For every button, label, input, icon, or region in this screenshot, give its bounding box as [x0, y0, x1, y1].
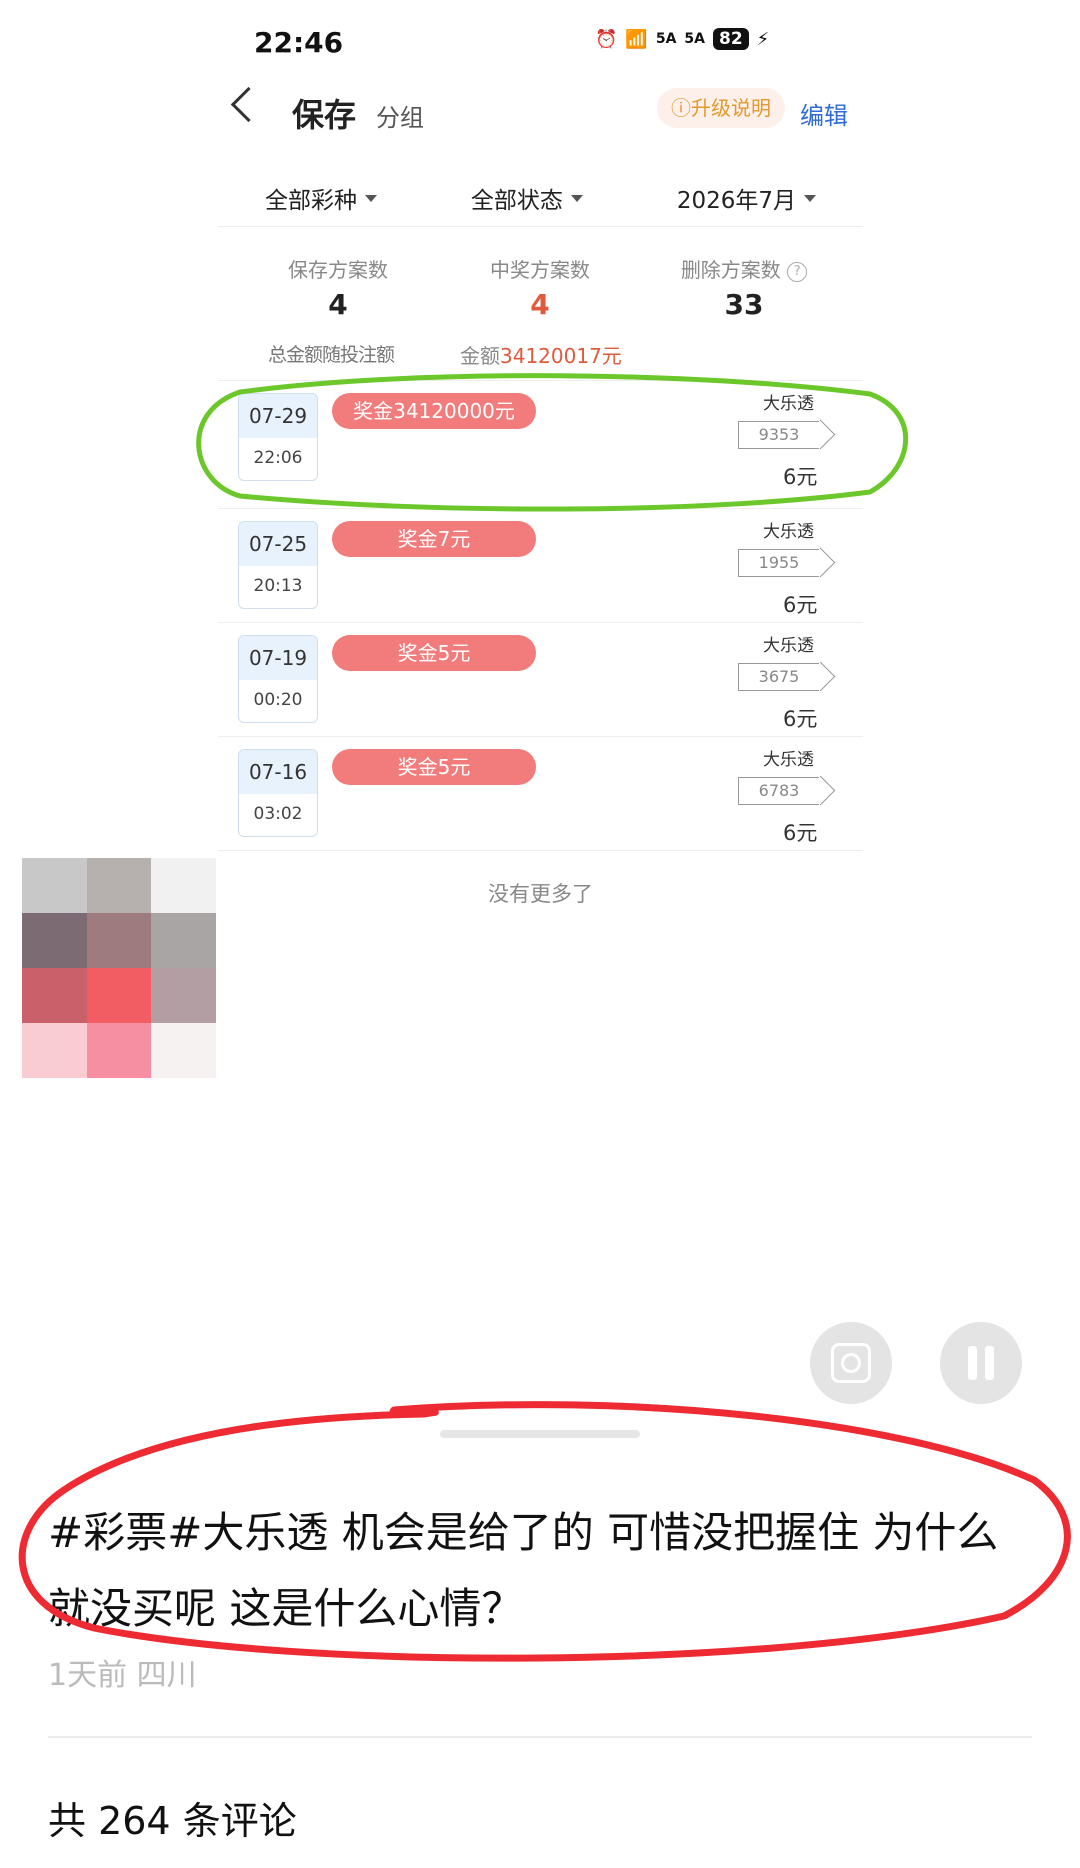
- avatar-tile: [151, 968, 216, 1023]
- avatar[interactable]: [22, 858, 216, 1078]
- avatar-tile: [22, 913, 87, 968]
- charging-icon: ⚡: [756, 28, 770, 50]
- list-item[interactable]: 07-25 20:13 奖金7元 大乐透 1955 6元: [218, 508, 863, 622]
- date-box: 07-25 20:13: [238, 521, 318, 609]
- date-box: 07-19 00:20: [238, 635, 318, 723]
- battery-icon: 82: [713, 28, 749, 50]
- record-price: 6元: [783, 593, 818, 617]
- deleted-label-text: 删除方案数: [680, 258, 781, 282]
- amount-label: 金额: [460, 344, 500, 368]
- back-icon[interactable]: [230, 86, 267, 123]
- signal-icon: 5A: [655, 31, 677, 47]
- total-note: 总金额随投注额: [268, 344, 395, 366]
- list-item[interactable]: 07-19 00:20 奖金5元 大乐透 3675 6元: [218, 622, 863, 736]
- record-time: 03:02: [253, 804, 303, 824]
- red-annotation-circle: [18, 1401, 1071, 1662]
- group-tab[interactable]: 分组: [376, 98, 424, 133]
- won-count-value: 4: [530, 288, 550, 321]
- filter-label: 2026年7月: [676, 188, 797, 214]
- record-time: 00:20: [253, 690, 303, 710]
- deleted-count-label[interactable]: 删除方案数 ?: [664, 254, 824, 283]
- avatar-tile: [22, 858, 87, 913]
- prize-badge: 奖金5元: [332, 635, 536, 671]
- prize-badge: 奖金5元: [332, 749, 536, 785]
- record-date: 07-25: [239, 522, 317, 566]
- avatar-tile: [151, 858, 216, 913]
- upgrade-info-button[interactable]: ⓘ升级说明: [657, 88, 785, 128]
- filter-bar: 全部彩种 全部状态 2026年7月: [218, 170, 863, 227]
- lottery-name: 大乐透: [763, 522, 814, 542]
- avatar-tile: [22, 1023, 87, 1078]
- record-price: 6元: [783, 707, 818, 731]
- pause-icon: [968, 1346, 994, 1380]
- help-icon[interactable]: ?: [787, 261, 808, 282]
- divider: [48, 1736, 1032, 1738]
- signal-icon-2: 5A: [684, 31, 705, 47]
- record-date: 07-19: [239, 636, 317, 680]
- date-box: 07-16 03:02: [238, 749, 318, 837]
- edit-button[interactable]: 编辑: [800, 96, 848, 131]
- no-more-text: 没有更多了: [488, 882, 593, 906]
- filter-month[interactable]: 2026年7月: [676, 181, 817, 215]
- status-time: 22:46: [254, 26, 344, 59]
- avatar-tile: [86, 913, 152, 968]
- alarm-icon: ⏰: [595, 28, 618, 50]
- scan-icon: [831, 1343, 871, 1383]
- avatar-tile: [86, 1023, 152, 1078]
- avatar-tile: [86, 968, 152, 1023]
- chevron-down-icon: [804, 194, 817, 202]
- page-title: 保存: [292, 96, 357, 134]
- wifi-icon: 📶: [625, 28, 648, 50]
- won-count-label: 中奖方案数: [490, 258, 590, 282]
- lottery-name: 大乐透: [763, 750, 814, 770]
- record-date: 07-16: [239, 750, 317, 794]
- post-meta: 1天前 四川: [48, 1658, 197, 1693]
- avatar-tile: [151, 1023, 216, 1078]
- filter-label: 全部彩种: [264, 188, 357, 214]
- avatar-tile: [22, 968, 87, 1023]
- filter-status[interactable]: 全部状态: [471, 181, 583, 215]
- list-item[interactable]: 07-16 03:02 奖金5元 大乐透 6783 6元: [218, 736, 863, 851]
- record-time: 20:13: [253, 576, 303, 596]
- filter-lottery-type[interactable]: 全部彩种: [265, 181, 377, 215]
- amount-value: 34120017元: [500, 344, 622, 368]
- green-annotation-circle: [196, 373, 909, 512]
- total-amount: 金额34120017元: [460, 340, 622, 369]
- chevron-down-icon: [364, 194, 377, 202]
- comment-count[interactable]: 共 264 条评论: [48, 1790, 297, 1845]
- saved-count-label: 保存方案数: [288, 258, 388, 282]
- lottery-name: 大乐透: [763, 636, 814, 656]
- prize-badge: 奖金7元: [332, 521, 536, 557]
- chevron-down-icon: [570, 194, 583, 202]
- record-price: 6元: [783, 821, 818, 845]
- deleted-count-value: 33: [724, 288, 764, 321]
- avatar-tile: [151, 913, 216, 968]
- saved-count-value: 4: [328, 288, 348, 321]
- status-icons: ⏰ 📶 5A 5A 82 ⚡: [595, 28, 769, 50]
- filter-label: 全部状态: [470, 188, 563, 214]
- avatar-tile: [86, 858, 152, 913]
